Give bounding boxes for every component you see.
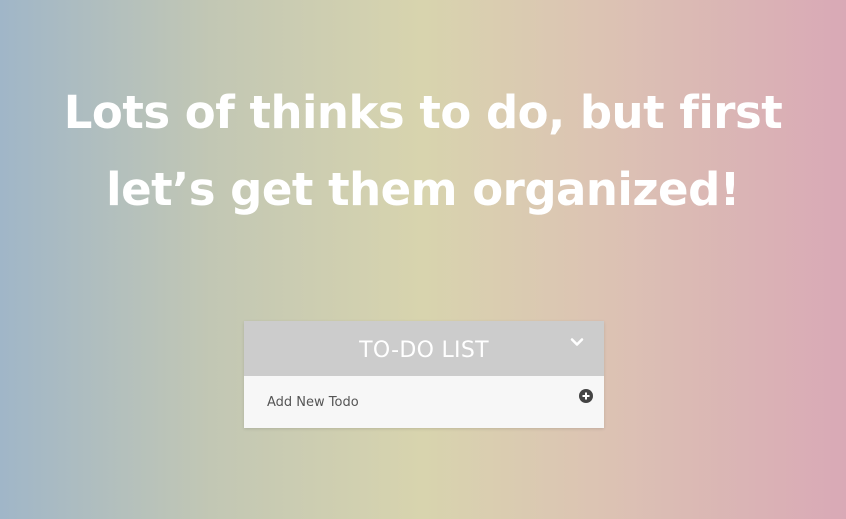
chevron-down-icon[interactable]	[570, 335, 584, 349]
plus-circle-icon[interactable]	[579, 389, 593, 403]
hero-line-2: let’s get them organized!	[106, 163, 740, 216]
todo-title: TO-DO LIST	[359, 337, 489, 363]
hero-heading: Lots of thinks to do, but first let’s ge…	[0, 74, 846, 228]
hero-line-1: Lots of thinks to do, but first	[63, 86, 783, 139]
todo-card: TO-DO LIST	[244, 321, 604, 428]
todo-header[interactable]: TO-DO LIST	[244, 321, 604, 376]
todo-input-row	[244, 376, 604, 428]
new-todo-input[interactable]	[267, 395, 557, 410]
